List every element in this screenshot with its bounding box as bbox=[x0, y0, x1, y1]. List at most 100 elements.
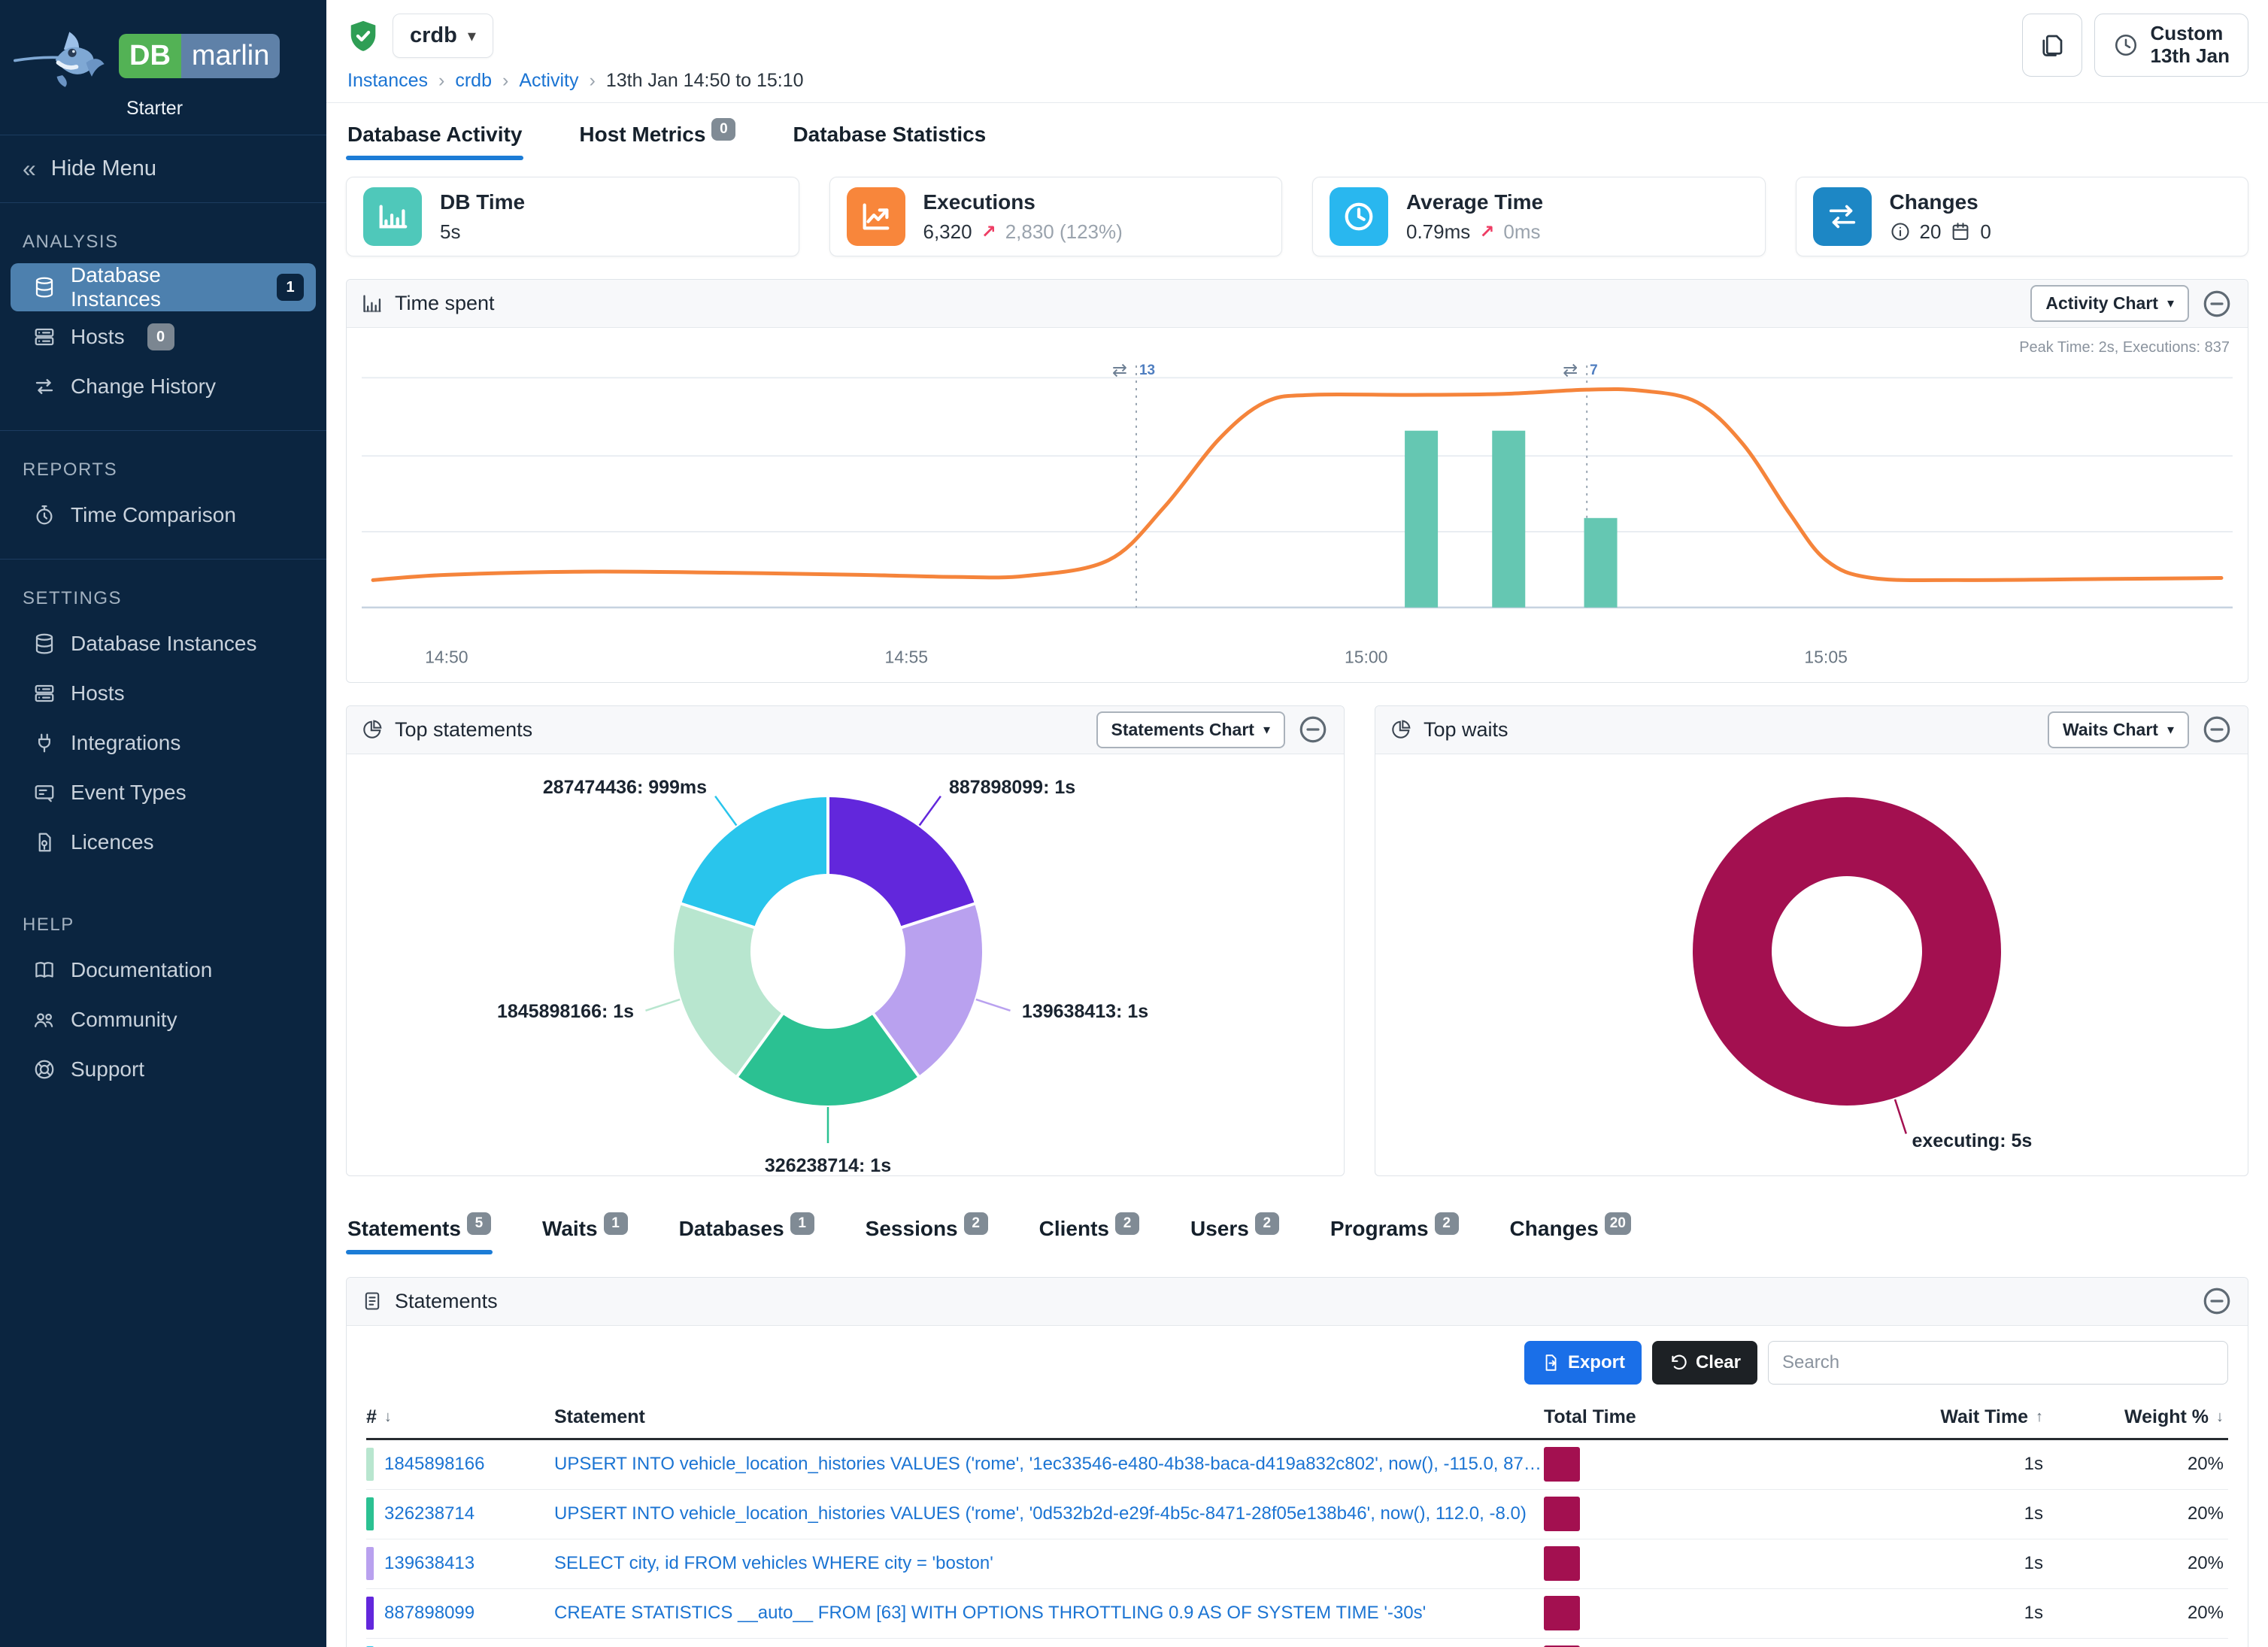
documentation-icon bbox=[33, 959, 56, 981]
time-spent-panel-header: Time spent Activity Chart ▾ bbox=[347, 280, 2248, 328]
x-axis-tick: 15:00 bbox=[1345, 648, 1387, 667]
statement-link[interactable]: UPSERT INTO vehicle_location_histories V… bbox=[554, 1503, 1527, 1524]
collapse-time-spent-button[interactable] bbox=[2201, 288, 2233, 320]
search-input[interactable] bbox=[1768, 1341, 2228, 1385]
top-waits-panel-header: Top waits Waits Chart ▾ bbox=[1375, 706, 2248, 754]
cell-wait-time: 1s bbox=[1792, 1454, 2048, 1475]
detail-tab-programs[interactable]: Programs2 bbox=[1329, 1202, 1460, 1254]
tab-label: Clients bbox=[1039, 1217, 1109, 1241]
sidebar-item-support[interactable]: Support bbox=[11, 1045, 316, 1093]
top-waits-title: Top waits bbox=[1424, 718, 1508, 742]
column-header-wait-time[interactable]: Wait Time↑ bbox=[1792, 1406, 2048, 1428]
export-button[interactable]: Export bbox=[1524, 1341, 1642, 1385]
licence-icon bbox=[33, 831, 56, 854]
time-range-button[interactable]: Custom 13th Jan bbox=[2094, 14, 2249, 77]
sidebar-item-community[interactable]: Community bbox=[11, 996, 316, 1044]
detail-tab-clients[interactable]: Clients2 bbox=[1038, 1202, 1141, 1254]
column-header-[interactable]: #↓ bbox=[366, 1406, 554, 1428]
export-button-label: Export bbox=[1568, 1352, 1625, 1373]
card-main-value: 0.79ms bbox=[1406, 220, 1470, 244]
card-average-time: Average Time0.79ms↗0ms bbox=[1312, 177, 1766, 256]
change-marker-count: 13 bbox=[1139, 362, 1155, 378]
detail-tab-waits[interactable]: Waits1 bbox=[541, 1202, 629, 1254]
waits-chart-dropdown[interactable]: Waits Chart ▾ bbox=[2048, 711, 2189, 748]
tab-label: Host Metrics bbox=[579, 123, 705, 147]
column-header-total-time[interactable]: Total Time bbox=[1544, 1406, 1792, 1428]
sidebar-item-hosts[interactable]: Hosts bbox=[11, 669, 316, 717]
sidebar-item-label: Hosts bbox=[71, 325, 125, 349]
support-icon bbox=[33, 1058, 56, 1081]
peak-note: Peak Time: 2s, Executions: 837 bbox=[2019, 339, 2230, 356]
detail-tabs: Statements5 Waits1 Databases1 Sessions2 Clie… bbox=[346, 1202, 2248, 1254]
breadcrumb-activity[interactable]: Activity bbox=[519, 70, 578, 92]
card-title: Average Time bbox=[1406, 190, 1543, 214]
sidebar-item-integrations[interactable]: Integrations bbox=[11, 719, 316, 767]
detail-tab-sessions[interactable]: Sessions2 bbox=[864, 1202, 990, 1254]
detail-tab-users[interactable]: Users2 bbox=[1189, 1202, 1281, 1254]
activity-chart[interactable]: ⇄13⇄714:5014:5515:0015:05Peak Time: 2s, … bbox=[347, 328, 2248, 682]
sidebar-item-time-comparison[interactable]: Time Comparison bbox=[11, 491, 316, 539]
tab-label: Database Statistics bbox=[793, 123, 986, 147]
total-time-bar bbox=[1544, 1546, 1580, 1581]
statements-toolbar: Export Clear bbox=[347, 1326, 2248, 1392]
breadcrumb-instances[interactable]: Instances bbox=[347, 70, 428, 92]
donut-label-326238714: 326238714: 1s bbox=[765, 1155, 891, 1175]
cell-total-time bbox=[1544, 1497, 1792, 1531]
cell-total-time bbox=[1544, 1447, 1792, 1482]
instance-name: crdb bbox=[410, 23, 457, 48]
export-icon bbox=[1541, 1353, 1560, 1372]
copy-button[interactable] bbox=[2022, 14, 2082, 77]
instance-selector[interactable]: crdb ▾ bbox=[393, 14, 493, 58]
sidebar-item-documentation[interactable]: Documentation bbox=[11, 946, 316, 994]
top-waits-donut[interactable]: executing: 5s bbox=[1375, 754, 2248, 1175]
card-main-value: 6,320 bbox=[923, 220, 972, 244]
column-header-weight[interactable]: Weight %↓ bbox=[2048, 1406, 2228, 1428]
table-row: 326238714 UPSERT INTO vehicle_location_hi… bbox=[366, 1490, 2228, 1539]
column-header-statement[interactable]: Statement bbox=[554, 1406, 1544, 1428]
minus-circle-icon bbox=[2201, 288, 2233, 320]
tab-host-metrics[interactable]: Host Metrics0 bbox=[578, 108, 737, 160]
collapse-top-statements-button[interactable] bbox=[1297, 714, 1329, 745]
activity-chart-dropdown[interactable]: Activity Chart ▾ bbox=[2030, 285, 2189, 322]
card-title: Changes bbox=[1890, 190, 1991, 214]
statement-id-link[interactable]: 1845898166 bbox=[384, 1454, 484, 1475]
statements-panel-header: Statements bbox=[347, 1278, 2248, 1326]
detail-tab-changes[interactable]: Changes20 bbox=[1508, 1202, 1633, 1254]
tab-database-statistics[interactable]: Database Statistics bbox=[791, 108, 987, 160]
statements-chart-dropdown[interactable]: Statements Chart ▾ bbox=[1096, 711, 1285, 748]
total-time-bar bbox=[1544, 1447, 1580, 1482]
breadcrumb-crdb[interactable]: crdb bbox=[455, 70, 492, 92]
sidebar-item-change-history[interactable]: Change History bbox=[11, 362, 316, 411]
sidebar-item-database-instances[interactable]: Database Instances1 bbox=[11, 263, 316, 311]
stopwatch-icon bbox=[33, 504, 56, 526]
change-marker-count: 7 bbox=[1590, 362, 1598, 378]
statement-id-link[interactable]: 887898099 bbox=[384, 1603, 475, 1624]
collapse-top-waits-button[interactable] bbox=[2201, 714, 2233, 745]
sidebar-item-label: Documentation bbox=[71, 958, 212, 982]
cell-weight: 20% bbox=[2048, 1454, 2228, 1475]
card-delta: 0ms bbox=[1503, 220, 1540, 244]
statement-link[interactable]: UPSERT INTO vehicle_location_histories V… bbox=[554, 1454, 1544, 1475]
collapse-statements-button[interactable] bbox=[2201, 1285, 2233, 1317]
statement-id-link[interactable]: 139638413 bbox=[384, 1553, 475, 1574]
statement-link[interactable]: SELECT city, id FROM vehicles WHERE city… bbox=[554, 1553, 993, 1574]
tab-database-activity[interactable]: Database Activity bbox=[346, 108, 523, 160]
statement-link[interactable]: CREATE STATISTICS __auto__ FROM [63] WIT… bbox=[554, 1603, 1426, 1624]
statement-id-link[interactable]: 326238714 bbox=[384, 1503, 475, 1524]
sidebar-item-hosts[interactable]: Hosts0 bbox=[11, 313, 316, 361]
detail-tab-databases[interactable]: Databases1 bbox=[678, 1202, 816, 1254]
sidebar-item-database-instances[interactable]: Database Instances bbox=[11, 620, 316, 668]
brand-marlin: marlin bbox=[181, 34, 280, 78]
tab-label: Statements bbox=[347, 1217, 461, 1241]
section-label-reports: REPORTS bbox=[23, 460, 304, 481]
count-badge: 2 bbox=[1255, 1212, 1279, 1235]
sidebar-item-event-types[interactable]: Event Types bbox=[11, 769, 316, 817]
sidebar-item-licences[interactable]: Licences bbox=[11, 818, 316, 866]
trend-up-icon: ↗ bbox=[981, 221, 996, 243]
marlin-logo-icon bbox=[14, 20, 111, 92]
detail-tab-statements[interactable]: Statements5 bbox=[346, 1202, 493, 1254]
clear-button[interactable]: Clear bbox=[1652, 1341, 1757, 1385]
pie-chart-icon bbox=[362, 719, 383, 740]
hide-menu-button[interactable]: « Hide Menu bbox=[0, 135, 326, 203]
top-statements-donut[interactable]: 887898099: 1s139638413: 1s326238714: 1s1… bbox=[347, 754, 1344, 1175]
